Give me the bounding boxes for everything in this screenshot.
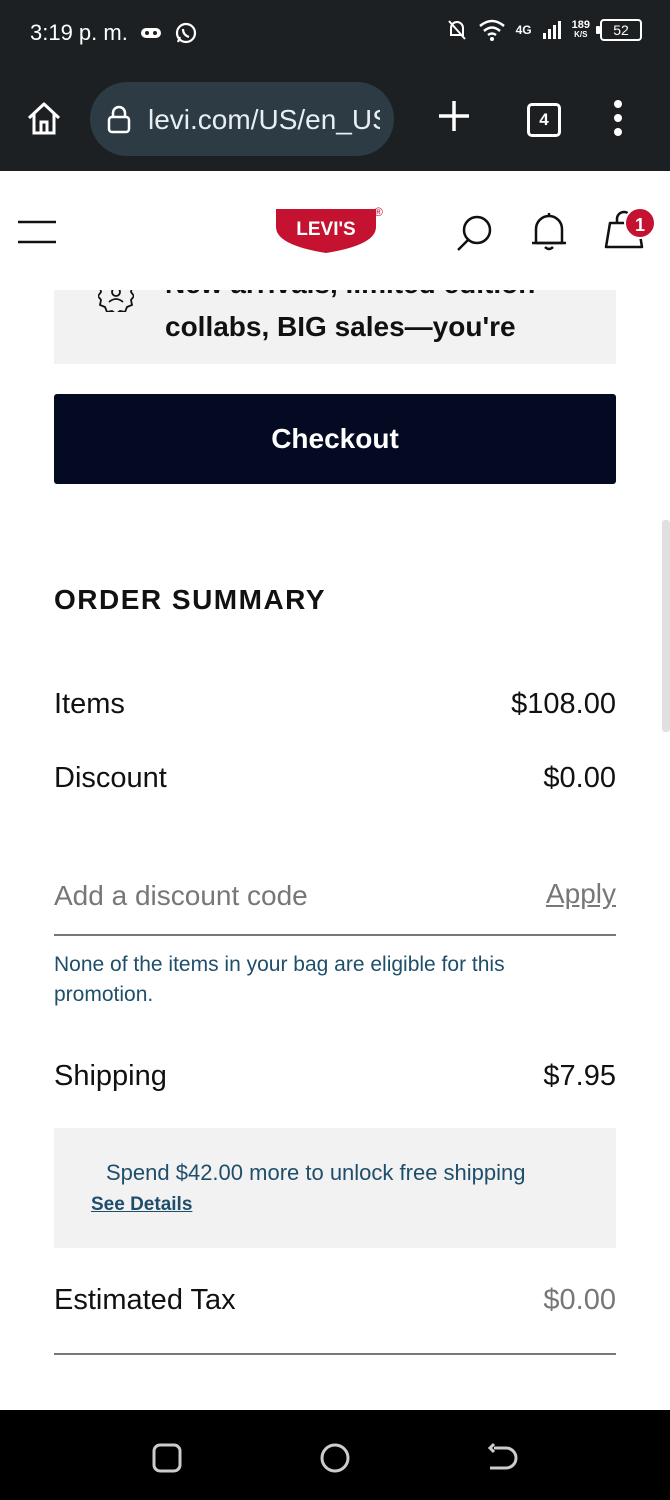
- mute-bell-icon: [447, 20, 466, 40]
- home-icon[interactable]: [24, 98, 64, 138]
- game-controller-icon: [141, 28, 161, 38]
- divider: [54, 1353, 616, 1355]
- items-value: $108.00: [511, 688, 616, 720]
- see-details-link[interactable]: See Details: [91, 1194, 192, 1216]
- hamburger-menu-icon[interactable]: [18, 219, 58, 245]
- new-tab-icon[interactable]: [436, 98, 472, 134]
- svg-text:®: ®: [374, 205, 383, 219]
- reward-badge-icon: [98, 290, 134, 312]
- status-time: 3:19 p. m.: [30, 20, 128, 45]
- free-shipping-message: Spend $42.00 more to unlock free shippin…: [106, 1160, 526, 1185]
- status-bar: 3:19 p. m. 4G 189 K/S 52: [0, 0, 670, 68]
- discount-code-field: Apply: [54, 864, 616, 936]
- levis-logo[interactable]: LEVI'S ®: [274, 205, 384, 257]
- free-shipping-box: Spend $42.00 more to unlock free shippin…: [54, 1128, 616, 1248]
- browser-toolbar: levi.com/US/en_US 4: [0, 68, 670, 171]
- tab-switcher-button[interactable]: 4: [527, 103, 561, 137]
- site-header: LEVI'S ® 1: [0, 171, 670, 290]
- logo-text: LEVI'S: [296, 219, 355, 240]
- promo-line-2: collabs, BIG sales—you're: [165, 311, 516, 342]
- promo-banner: New arrivals, limited edition collabs, B…: [54, 290, 616, 364]
- tax-value: $0.00: [543, 1284, 616, 1316]
- lock-icon: [107, 105, 131, 134]
- eligibility-message: None of the items in your bag are eligib…: [54, 953, 505, 1006]
- discount-label: Discount: [54, 762, 167, 794]
- discount-value: $0.00: [543, 762, 616, 794]
- shipping-value: $7.95: [543, 1060, 616, 1092]
- tax-label: Estimated Tax: [54, 1284, 236, 1316]
- system-nav-bar: [0, 1410, 670, 1500]
- signal-icon: [542, 21, 561, 39]
- discount-code-input[interactable]: [54, 874, 514, 918]
- battery-icon: 52: [596, 19, 642, 41]
- whatsapp-icon: [175, 22, 197, 44]
- wifi-icon: [478, 19, 505, 41]
- home-nav-icon[interactable]: [315, 1438, 355, 1478]
- network-speed: 189 K/S: [571, 19, 590, 40]
- bag-count-badge: 1: [624, 207, 656, 239]
- discount-row: Discount $0.00: [54, 762, 616, 795]
- shipping-row: Shipping $7.95: [54, 1060, 616, 1093]
- search-icon[interactable]: [455, 213, 495, 253]
- notification-icons: [140, 21, 198, 45]
- shipping-label: Shipping: [54, 1060, 167, 1092]
- promo-line-1: New arrivals, limited edition: [165, 290, 535, 300]
- checkout-button[interactable]: Checkout: [54, 394, 616, 484]
- notification-bell-icon[interactable]: [530, 211, 568, 253]
- items-label: Items: [54, 688, 125, 720]
- address-bar[interactable]: levi.com/US/en_US: [90, 82, 394, 156]
- tax-row: Estimated Tax $0.00: [54, 1284, 616, 1317]
- back-icon[interactable]: [482, 1438, 522, 1478]
- network-type: 4G: [515, 23, 532, 37]
- url-text[interactable]: levi.com/US/en_US: [148, 104, 380, 136]
- items-row: Items $108.00: [54, 688, 616, 721]
- system-icons: 4G 189 K/S 52: [446, 18, 642, 42]
- recent-apps-icon[interactable]: [147, 1438, 187, 1478]
- page-scrollbar[interactable]: [662, 520, 670, 732]
- apply-discount-link[interactable]: Apply: [546, 878, 616, 910]
- cart-content: New arrivals, limited edition collabs, B…: [0, 290, 670, 1410]
- order-summary-title: ORDER SUMMARY: [54, 584, 327, 615]
- more-options-icon[interactable]: [606, 98, 630, 138]
